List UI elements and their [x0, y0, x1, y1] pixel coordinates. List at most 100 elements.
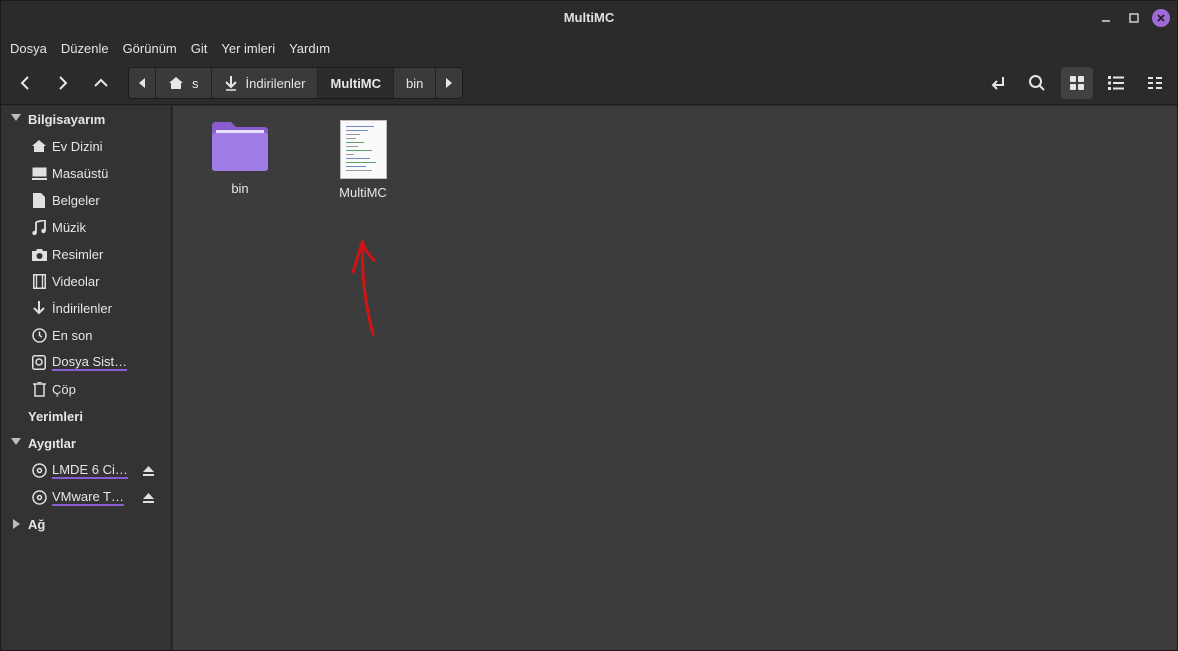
search-button[interactable]: [1021, 67, 1053, 99]
document-icon: [31, 192, 47, 208]
disc-icon: [31, 462, 47, 478]
breadcrumb-bin[interactable]: bin: [394, 68, 437, 98]
sidebar-header-network: Ağ: [28, 516, 46, 532]
back-icon: [20, 76, 29, 90]
file-item-script[interactable]: MultiMC: [313, 120, 413, 200]
home-icon: [31, 138, 47, 154]
sidebar-item-trash[interactable]: Çöp: [1, 376, 171, 402]
film-icon: [31, 273, 47, 289]
drive-icon: [31, 354, 47, 370]
breadcrumb-multimc[interactable]: MultiMC: [318, 68, 395, 98]
compact-view-button[interactable]: [1139, 67, 1171, 99]
download-icon: [31, 300, 47, 316]
sidebar-section-network[interactable]: Ağ: [1, 511, 171, 537]
sidebar-item-music[interactable]: Müzik: [1, 214, 171, 240]
eject-icon[interactable]: [143, 491, 154, 506]
triangle-left-icon: [139, 78, 145, 88]
script-file-icon: [339, 120, 387, 179]
sidebar-item-desktop[interactable]: Masaüstü: [1, 160, 171, 186]
sidebar-item-device-vmware[interactable]: VMware T…: [1, 484, 171, 510]
breadcrumb: s İndirilenler MultiMC bin: [128, 67, 464, 99]
sidebar-item-filesystem[interactable]: Dosya Sist…: [1, 349, 171, 375]
sidebar-item-label: İndirilenler: [52, 300, 112, 316]
sidebar-item-label: Çöp: [52, 381, 76, 397]
menu-view[interactable]: Görünüm: [123, 41, 177, 56]
menu-bookmarks[interactable]: Yer imleri: [221, 41, 275, 56]
search-icon: [1029, 75, 1045, 91]
sidebar-header-computer: Bilgisayarım: [28, 111, 106, 127]
sidebar-item-label: Masaüstü: [52, 165, 109, 181]
clock-icon: [31, 327, 47, 343]
sidebar: Bilgisayarım Ev Dizini Masaüstü Belgeler…: [1, 106, 172, 650]
breadcrumb-home[interactable]: s: [156, 68, 212, 98]
menubar: Dosya Düzenle Görünüm Git Yer imleri Yar…: [1, 35, 1177, 61]
triangle-right-icon: [446, 78, 453, 88]
sidebar-item-label: Resimler: [52, 246, 104, 262]
breadcrumb-downloads[interactable]: İndirilenler: [211, 68, 319, 98]
title-bar: MultiMC: [1, 1, 1177, 35]
up-button[interactable]: [86, 69, 116, 97]
eject-icon[interactable]: [143, 464, 154, 479]
breadcrumb-scroll-right[interactable]: [436, 68, 463, 98]
grid-view-icon: [1070, 76, 1084, 90]
breadcrumb-bin-label: bin: [406, 75, 424, 91]
sidebar-item-label: En son: [52, 327, 93, 343]
maximize-button[interactable]: [1125, 9, 1143, 27]
minimize-button[interactable]: [1097, 9, 1115, 27]
sidebar-item-label: VMware T…: [52, 488, 124, 506]
download-icon: [224, 75, 238, 91]
chevron-right-icon: [13, 519, 20, 529]
forward-icon: [59, 76, 68, 90]
sidebar-item-documents[interactable]: Belgeler: [1, 187, 171, 213]
menu-help[interactable]: Yardım: [289, 41, 330, 56]
location-toggle-button[interactable]: [982, 67, 1014, 99]
sidebar-item-home[interactable]: Ev Dizini: [1, 133, 171, 159]
sidebar-section-computer[interactable]: Bilgisayarım: [1, 106, 171, 132]
compact-view-icon: [1148, 77, 1162, 89]
sidebar-item-videos[interactable]: Videolar: [1, 268, 171, 294]
sidebar-item-label: Dosya Sist…: [52, 353, 128, 371]
sidebar-item-label: Ev Dizini: [52, 138, 103, 154]
location-icon: [991, 77, 1004, 90]
sidebar-item-label: Belgeler: [52, 192, 100, 208]
sidebar-item-pictures[interactable]: Resimler: [1, 241, 171, 267]
file-view[interactable]: bin MultiMC: [173, 106, 1177, 650]
file-manager-window: MultiMC Dosya Düzenle Görünüm Git Yer im…: [0, 0, 1178, 651]
file-item-folder[interactable]: bin: [190, 120, 290, 196]
breadcrumb-home-label: s: [192, 75, 199, 91]
trash-icon: [31, 381, 47, 397]
sidebar-item-downloads[interactable]: İndirilenler: [1, 295, 171, 321]
sidebar-header-devices: Aygıtlar: [28, 435, 76, 451]
breadcrumb-scroll-left[interactable]: [129, 68, 156, 98]
sidebar-item-recent[interactable]: En son: [1, 322, 171, 348]
back-button[interactable]: [10, 69, 40, 97]
menu-go[interactable]: Git: [191, 41, 208, 56]
sidebar-header-bookmarks: Yerimleri: [28, 408, 83, 424]
list-view-button[interactable]: [1100, 67, 1132, 99]
up-icon: [94, 78, 108, 87]
sidebar-item-label: Müzik: [52, 219, 86, 235]
sidebar-section-bookmarks[interactable]: Yerimleri: [1, 403, 171, 429]
list-view-icon: [1108, 76, 1124, 90]
breadcrumb-downloads-label: İndirilenler: [245, 75, 306, 91]
music-icon: [31, 219, 47, 235]
close-icon: [1157, 14, 1165, 22]
sidebar-item-device-lmde[interactable]: LMDE 6 Ci…: [1, 457, 171, 483]
breadcrumb-multimc-label: MultiMC: [330, 75, 382, 91]
minimize-icon: [1102, 20, 1110, 22]
folder-icon: [212, 122, 268, 171]
sidebar-section-devices[interactable]: Aygıtlar: [1, 430, 171, 456]
file-name: bin: [231, 181, 249, 196]
grid-view-button[interactable]: [1061, 67, 1093, 99]
sidebar-item-label: LMDE 6 Ci…: [52, 461, 128, 479]
sidebar-item-label: Videolar: [52, 273, 100, 289]
maximize-icon: [1129, 13, 1139, 23]
forward-button[interactable]: [48, 69, 78, 97]
chevron-down-icon: [11, 438, 21, 445]
menu-edit[interactable]: Düzenle: [61, 41, 109, 56]
file-name: MultiMC: [339, 185, 387, 200]
disc-icon: [31, 489, 47, 505]
menu-file[interactable]: Dosya: [10, 41, 47, 56]
close-button[interactable]: [1152, 9, 1170, 27]
annotation-arrow-icon: [351, 240, 376, 336]
